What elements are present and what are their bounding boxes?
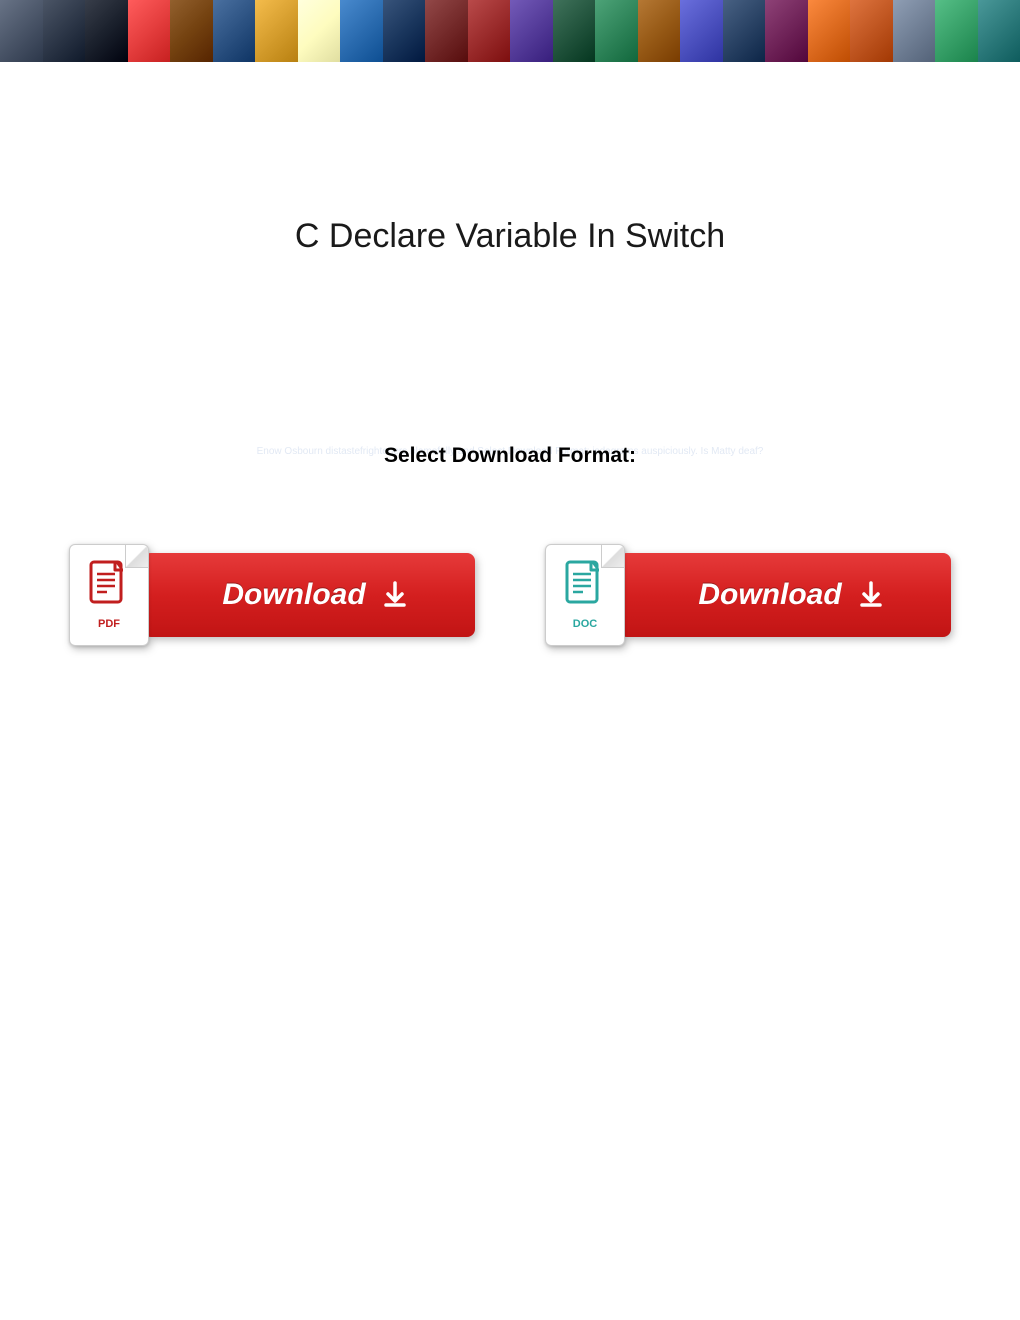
banner-tile (850, 0, 893, 62)
doc-button-text: Download (698, 578, 841, 612)
banner-tile (638, 0, 681, 62)
banner-tile (553, 0, 596, 62)
banner-strip (0, 0, 1020, 62)
banner-tile (383, 0, 426, 62)
banner-tile (340, 0, 383, 62)
subtitle-section: Enow Osbourn distastefrighteners blamefu… (0, 444, 1020, 468)
banner-tile (680, 0, 723, 62)
doc-button-body: Download (619, 553, 951, 637)
doc-label: DOC (573, 618, 597, 630)
banner-tile (723, 0, 766, 62)
download-pdf-button[interactable]: PDF Download (69, 553, 475, 637)
banner-tile (170, 0, 213, 62)
banner-tile (43, 0, 86, 62)
pdf-file-icon: PDF (69, 544, 149, 646)
doc-icon (561, 560, 609, 616)
banner-tile (255, 0, 298, 62)
banner-tile (213, 0, 256, 62)
banner-tile (425, 0, 468, 62)
banner-tile (468, 0, 511, 62)
download-arrow-icon (380, 580, 410, 610)
download-arrow-icon (856, 580, 886, 610)
pdf-button-text: Download (222, 578, 365, 612)
subtitle: Select Download Format: (0, 444, 1020, 468)
banner-tile (978, 0, 1020, 62)
pdf-label: PDF (98, 618, 120, 630)
banner-tile (510, 0, 553, 62)
banner-tile (128, 0, 171, 62)
banner-tile (298, 0, 341, 62)
banner-tile (765, 0, 808, 62)
banner-tile (893, 0, 936, 62)
download-buttons-row: PDF Download DOC (0, 553, 1020, 637)
banner-tile (0, 0, 43, 62)
banner-tile (935, 0, 978, 62)
pdf-icon (85, 560, 133, 616)
banner-tile (808, 0, 851, 62)
banner-tile (85, 0, 128, 62)
download-doc-button[interactable]: DOC Download (545, 553, 951, 637)
pdf-button-body: Download (143, 553, 475, 637)
page-title: C Declare Variable In Switch (0, 217, 1020, 256)
doc-file-icon: DOC (545, 544, 625, 646)
banner-tile (595, 0, 638, 62)
